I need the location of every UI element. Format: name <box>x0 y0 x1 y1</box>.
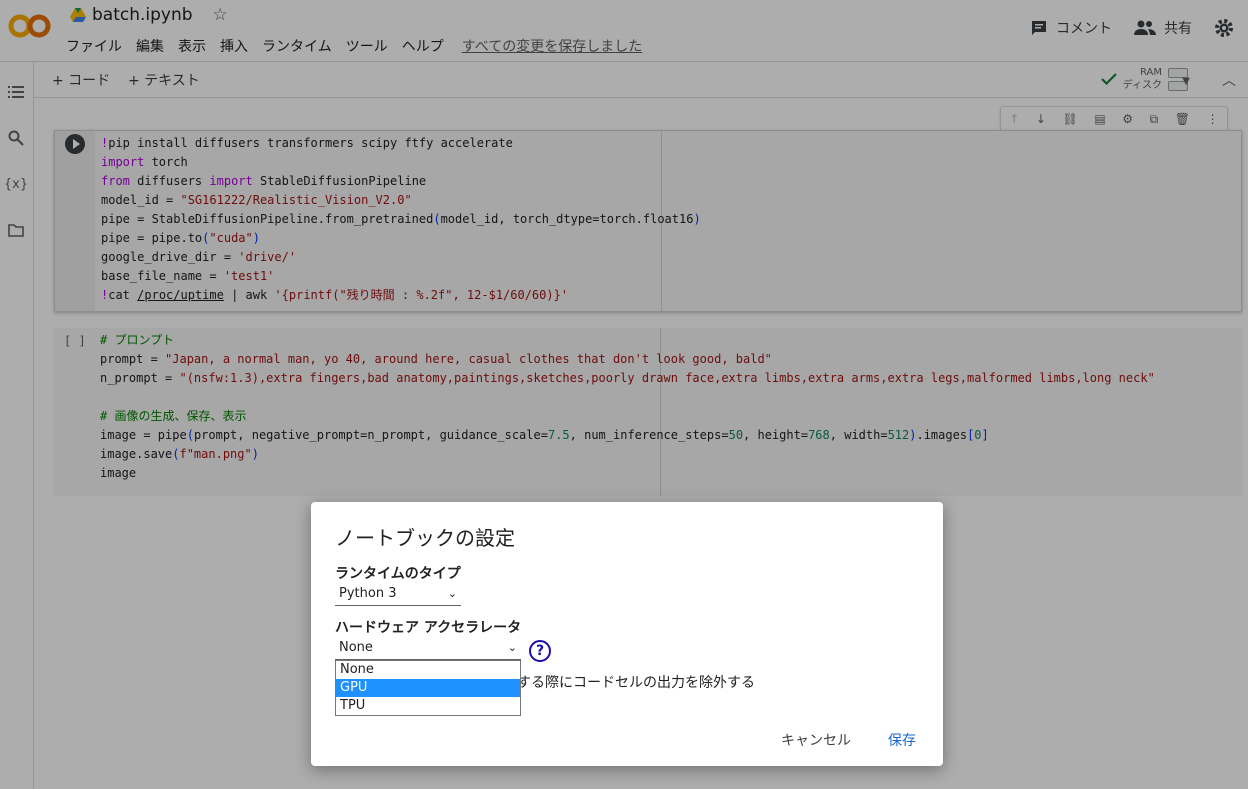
dialog-title: ノートブックの設定 <box>335 526 515 550</box>
hardware-accelerator-label: ハードウェア アクセラレータ <box>335 620 522 636</box>
option-tpu[interactable]: TPU <box>336 697 520 715</box>
save-button[interactable]: 保存 <box>888 730 916 750</box>
help-icon[interactable]: ? <box>529 640 551 662</box>
omit-output-text: する際にコードセルの出力を除外する <box>517 675 755 691</box>
chevron-down-icon: ⌄ <box>507 641 517 654</box>
chevron-down-icon: ⌄ <box>447 587 457 600</box>
cancel-button[interactable]: キャンセル <box>781 730 851 750</box>
hardware-accelerator-select[interactable]: None ⌄ <box>335 638 521 660</box>
hardware-accelerator-value: None <box>339 640 373 655</box>
runtime-type-select[interactable]: Python 3 ⌄ <box>335 584 461 606</box>
runtime-type-label: ランタイムのタイプ <box>335 566 461 582</box>
notebook-settings-dialog: ノートブックの設定 ランタイムのタイプ Python 3 ⌄ ハードウェア アク… <box>311 502 943 766</box>
option-none[interactable]: None <box>336 661 520 679</box>
runtime-type-value: Python 3 <box>339 586 397 601</box>
hardware-accelerator-dropdown: None GPU TPU <box>335 660 521 716</box>
option-gpu[interactable]: GPU <box>336 679 520 697</box>
